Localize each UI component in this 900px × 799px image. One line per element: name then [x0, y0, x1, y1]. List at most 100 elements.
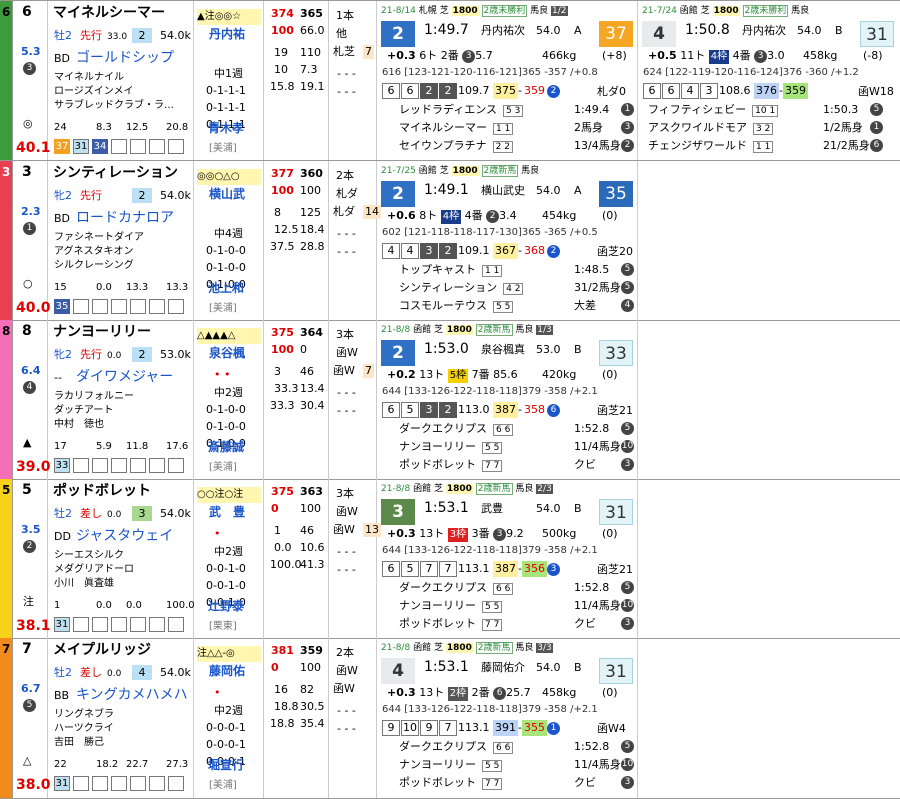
past-position-box	[111, 776, 127, 791]
past-position-box	[130, 617, 146, 632]
stat-b1: 0	[271, 502, 279, 515]
sex-age: 牝2	[54, 348, 72, 361]
jockey-name[interactable]: 泉谷楓	[209, 346, 245, 360]
horse-name[interactable]: シンティレーション	[53, 166, 178, 180]
stat-b1: 100	[271, 24, 294, 37]
field-size: 8ト	[419, 209, 438, 222]
odds-column: 8 6.4 4 ▲ 39.0	[13, 320, 51, 479]
jockey-name[interactable]: 武 豊	[209, 505, 245, 519]
trainer-name[interactable]: 辻野泰	[208, 599, 244, 613]
result-circle: 3	[621, 458, 634, 471]
horse-row[interactable]: 3 3 2.3 1 ○ 40.0 シンティレーション 牝2 先行 2 54.0k BD ロードカナロアフ…	[0, 161, 900, 321]
sire-name[interactable]: キングカメハメハ	[76, 688, 188, 702]
past-race-2[interactable]	[638, 320, 900, 479]
record-course: 0-1-0-0	[206, 403, 246, 416]
odds-column: 3 2.3 1 ○ 40.0	[13, 161, 51, 320]
sire-name[interactable]: ジャスタウェイ	[76, 529, 173, 543]
training-line2: - - -	[337, 722, 356, 735]
dam-name: ラカリフォルニー	[54, 391, 134, 402]
training-column: 1本他札芝 7 - - - - - -	[329, 1, 377, 160]
odds-column: 7 6.7 5 △ 38.0	[13, 638, 51, 798]
race-cls: 2歳未勝利	[481, 5, 528, 17]
body-weight-diff: (0)	[602, 209, 618, 222]
sire-name[interactable]: ダイワメジャー	[76, 370, 173, 384]
horse-row[interactable]: 5 5 3.5 2 注 38.1 ポッドボレット 牡2 差し 0.0 3 54.0k DD ジャスタウェイ…	[0, 479, 900, 639]
result-horse: レッドラディエンス	[399, 103, 498, 116]
last-3f: 359	[782, 83, 808, 99]
dam-sire: ロージズインメイ	[54, 86, 134, 97]
race-weight: 54.0	[536, 502, 561, 515]
trainer-name[interactable]: 池上和	[208, 281, 244, 295]
past-race-1[interactable]: 21-8/8 函館 芝 1800 2歳新馬 馬良 3/3 4 1:53.1 藤岡佑介…	[377, 638, 638, 798]
horse-name[interactable]: メイプルリッジ	[53, 643, 151, 657]
stat-b2: 0	[300, 343, 307, 356]
race-popularity: 2番	[471, 686, 490, 699]
jockey-name[interactable]: 丹内祐	[209, 27, 245, 41]
past-position-box	[168, 458, 184, 473]
past-race-1[interactable]: 21-7/25 函館 芝 1800 2歳新馬 馬良 2 1:49.1 横山武史 54.…	[377, 161, 638, 320]
horse-row[interactable]: 6 6 5.3 3 ◎ 40.1 マイネルシーマー 牡2 先行 33.0 2 54.0k BD ゴールドシ…	[0, 1, 900, 161]
race-jockey: 武豊	[481, 502, 503, 515]
popularity-box: 2	[132, 347, 152, 362]
jockey-name[interactable]: 横山武	[209, 187, 245, 201]
sire-name[interactable]: ゴールドシップ	[76, 51, 174, 65]
stat-a2: 363	[300, 485, 323, 498]
result-line: ポッドボレット 7 7 クビ 3	[399, 617, 634, 632]
past-race-1[interactable]: 21-8/14 札幌 芝 1800 2歳未勝利 馬良 1/2 2 1:49.7 丹内…	[377, 1, 638, 160]
sire-name[interactable]: ロードカナロア	[76, 211, 174, 225]
sex-age: 牝2	[54, 189, 72, 202]
bms-code: DD	[54, 530, 71, 543]
speed-index: 35	[599, 181, 633, 207]
horse-row[interactable]: 7 7 6.7 5 △ 38.0 メイプルリッジ 牡2 差し 0.0 4 54.0k BB キングカメハメ…	[0, 638, 900, 799]
result-circle: 3	[621, 617, 634, 630]
pace-line: 602 [121-118-118-117-130]365 -365 /+0.5	[382, 227, 598, 238]
race-odds: 25.7	[506, 686, 531, 699]
training-place: 他	[336, 27, 347, 40]
rotation: 中2週	[214, 545, 243, 558]
pct-show: 17.6	[166, 441, 189, 452]
result-circle: 10	[621, 758, 634, 771]
race-cond: 馬良	[521, 166, 540, 176]
past-race-1[interactable]: 21-8/8 函館 芝 1800 2歳新馬 馬良 1/3 2 1:53.0 泉谷楓真…	[377, 320, 638, 479]
result-circle: 4	[621, 299, 634, 312]
past-race-2[interactable]	[638, 638, 900, 798]
race-weight: 53.0	[536, 343, 561, 356]
result-margin: 21/2馬身	[823, 139, 870, 152]
past-race-2[interactable]: 21-7/24 函館 芝 1800 2歳未勝利 馬良 4 1:50.8 丹内祐次 54…	[638, 1, 900, 160]
popularity-rank: 5	[23, 698, 36, 712]
race-grade: B	[574, 502, 582, 515]
popularity-rank: 4	[23, 380, 36, 394]
jockey-name[interactable]: 藤岡佑	[209, 664, 245, 678]
training-column: 2本 札ダ 札ダ 14- - -- - -	[329, 161, 381, 320]
pass-cell: 10	[401, 720, 419, 736]
stable: [美浦]	[209, 143, 237, 154]
pct-win: 0.0	[96, 600, 112, 611]
race-detail-line: +0.6 8ト 4枠 4番 2 3.4	[387, 209, 517, 224]
race-jockey: 丹内祐次	[742, 24, 786, 37]
owner: 小川 眞査雄	[54, 578, 114, 589]
pass-cell: 2	[439, 83, 457, 99]
past-race-2[interactable]	[638, 161, 900, 320]
pct-win: 8.3	[96, 122, 112, 133]
trainer-name[interactable]: 堀宣行	[208, 758, 244, 772]
horse-row[interactable]: 8 8 6.4 4 ▲ 39.0 ナンヨーリリー 牝2 先行 0.0 2 53.0k -- ダイワメジャー…	[0, 320, 900, 480]
stat-b2: 100	[300, 502, 321, 515]
last-3f-rank: 3	[546, 562, 560, 576]
bracket-lot: 4枠	[708, 50, 730, 64]
result-line: セイウンプラチナ 2 2 13/4馬身 2	[399, 139, 634, 154]
finish-rank: 2	[381, 181, 415, 207]
stat-c2: 46	[300, 365, 314, 378]
trainer-name[interactable]: 斎藤誠	[208, 440, 244, 454]
past-race-2[interactable]	[638, 479, 900, 638]
race-weight: 54.0	[536, 661, 561, 674]
record-dist: 0-0-1-0	[206, 579, 246, 592]
time-diff: +0.3	[387, 686, 416, 699]
trainer-name[interactable]: 青木孝	[208, 121, 244, 135]
past-race-1[interactable]: 21-8/8 函館 芝 1800 2歳新馬 馬良 2/3 3 1:53.1 武豊 54…	[377, 479, 638, 638]
horse-name[interactable]: ナンヨーリリー	[53, 325, 151, 339]
horse-name[interactable]: マイネルシーマー	[53, 6, 165, 20]
popularity-box: 4	[132, 665, 152, 680]
horse-name[interactable]: ポッドボレット	[53, 484, 151, 498]
result-horse: アスクワイルドモア	[648, 121, 747, 134]
stat-a1: 375	[271, 485, 294, 498]
